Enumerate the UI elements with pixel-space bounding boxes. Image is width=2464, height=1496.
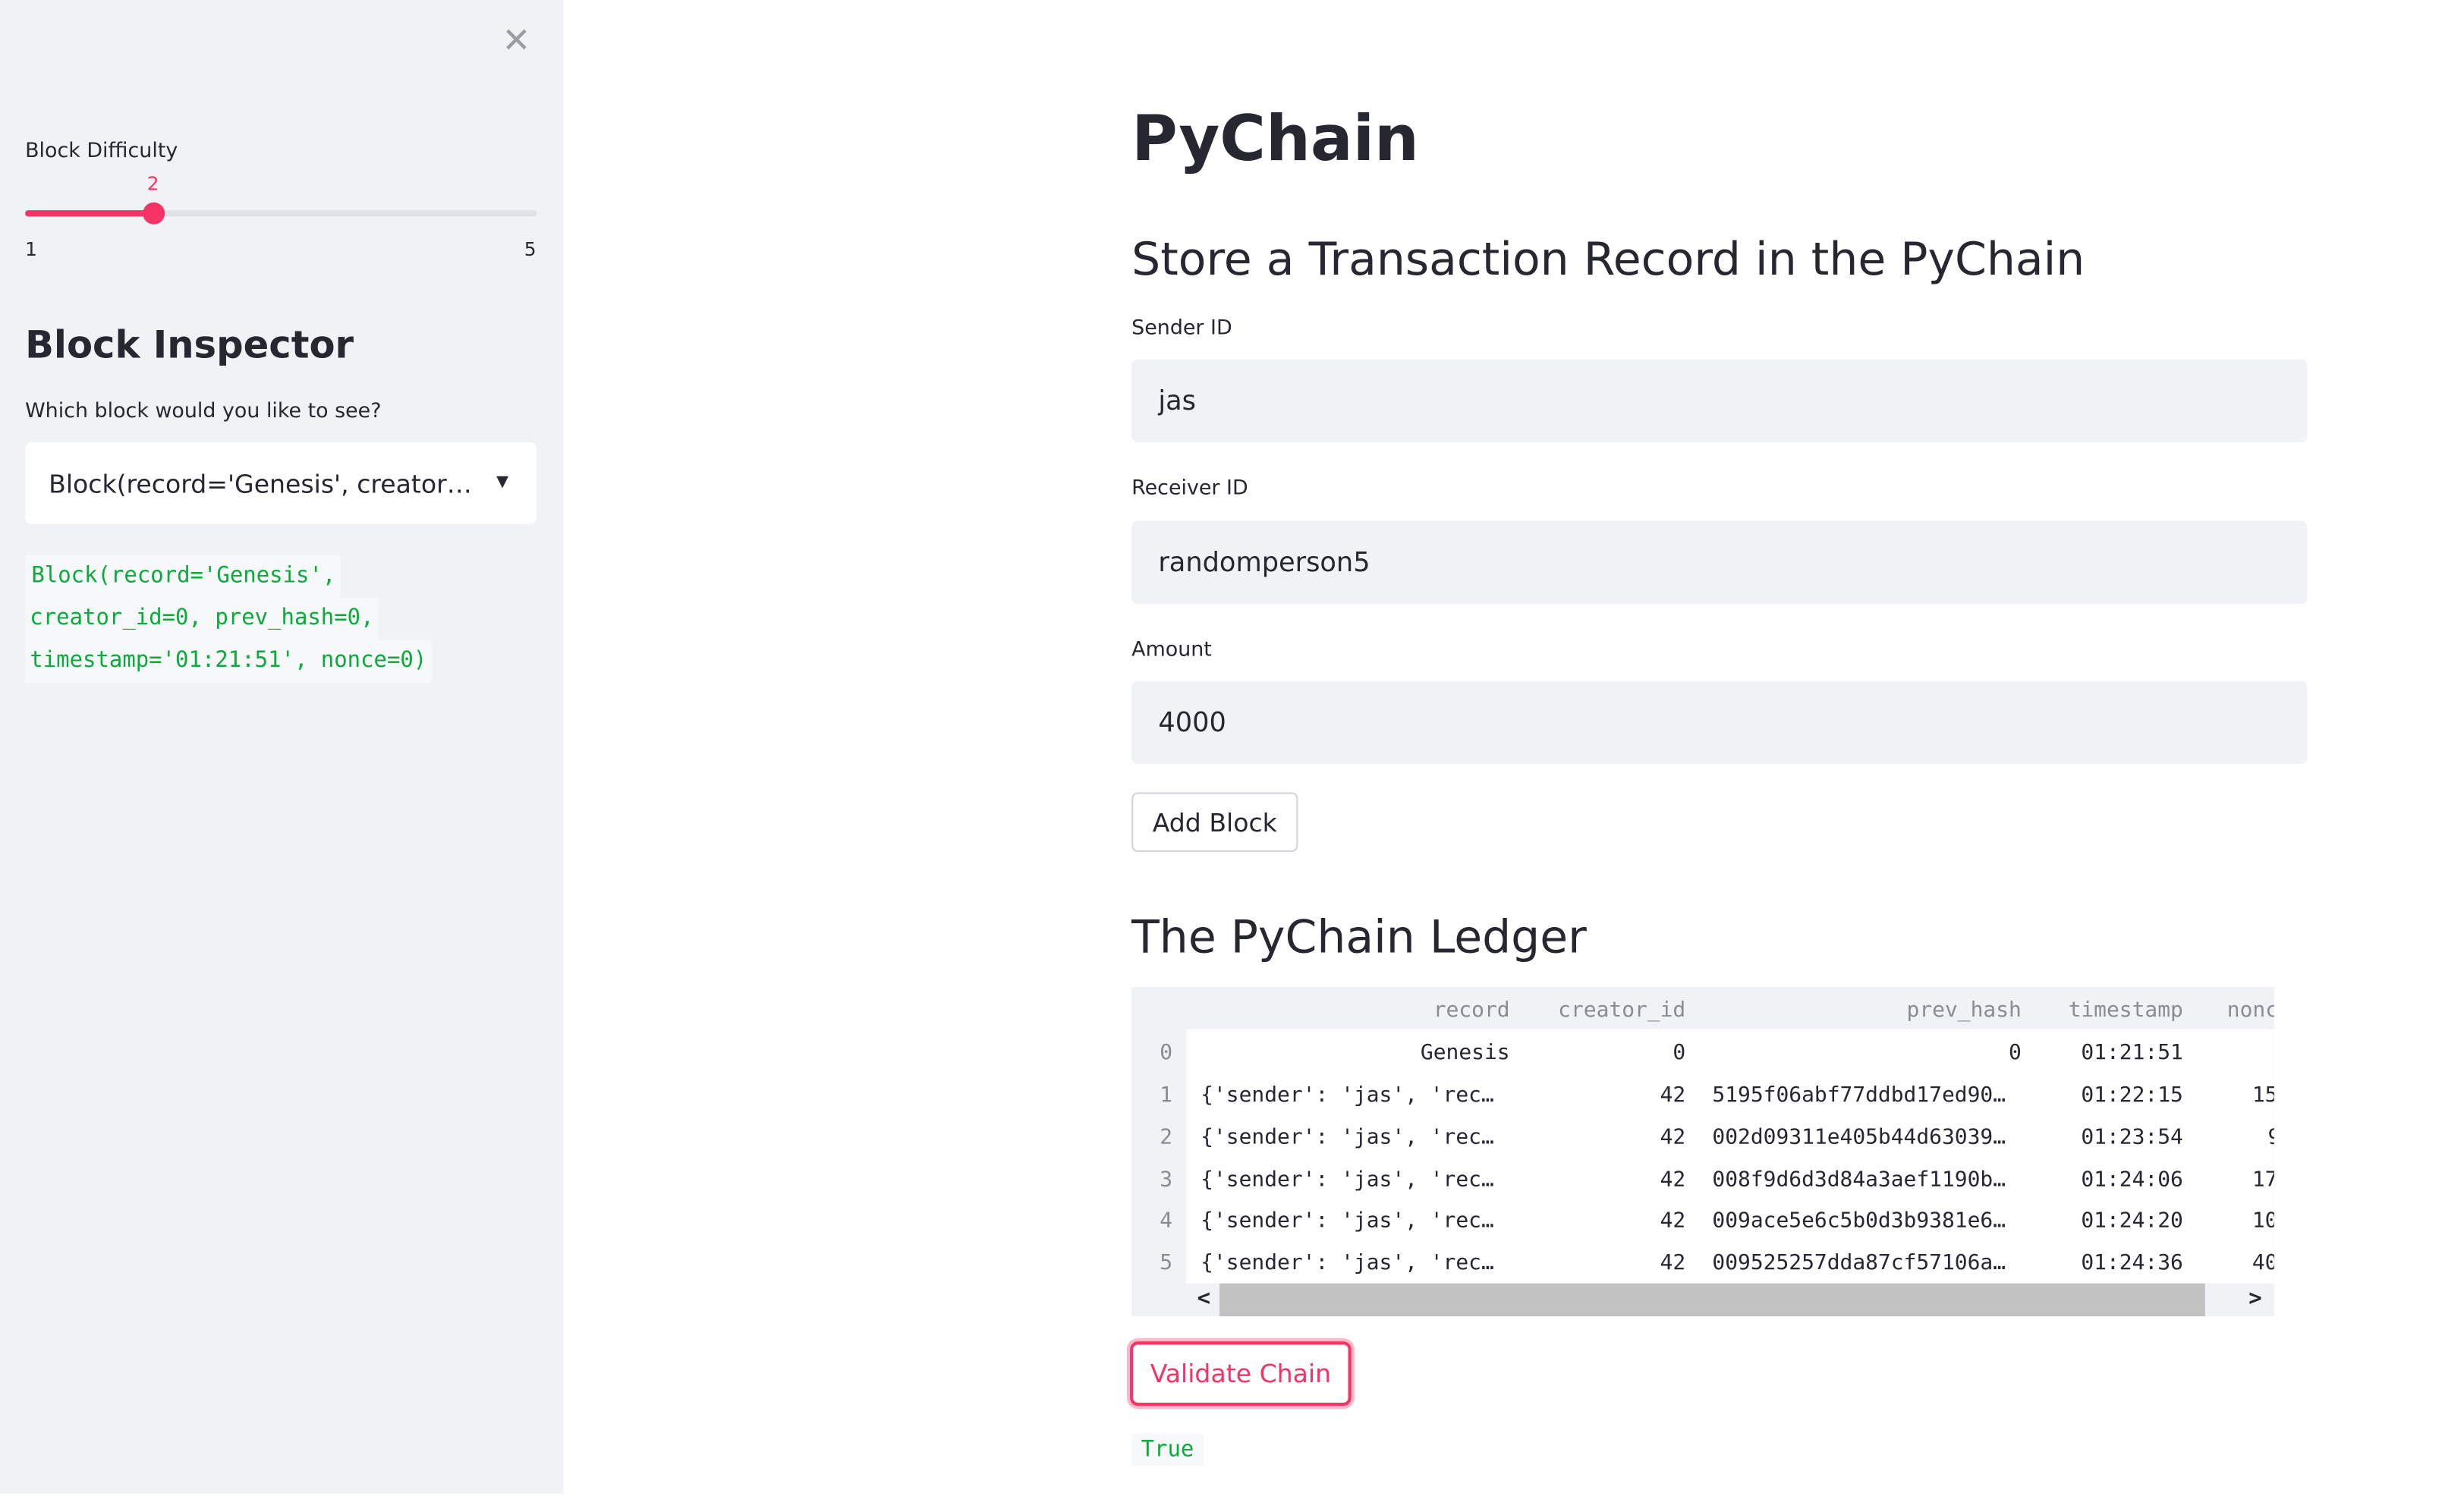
cell-prev-hash: 008f9d6d3d84a3aef1190b…: [1712, 1167, 2006, 1193]
block-select[interactable]: Block(record='Genesis', creator_i... ▼: [25, 442, 537, 524]
cell-prev-hash: 009ace5e6c5b0d3b9381e6…: [1712, 1208, 2006, 1234]
close-icon[interactable]: ✕: [499, 24, 534, 60]
table-body: [1186, 1029, 2274, 1284]
cell-record: {'sender': 'jas', 'rec…: [1201, 1250, 1494, 1276]
slider-thumb[interactable]: [142, 202, 165, 225]
cell-timestamp: 01:21:51: [2081, 1040, 2183, 1066]
block-inspector-heading: Block Inspector: [25, 323, 354, 367]
row-index: 0: [1160, 1040, 1173, 1066]
cell-timestamp: 01:24:20: [2081, 1208, 2183, 1234]
slider-fill: [25, 210, 153, 217]
column-header-creator-id: creator_id: [1558, 998, 1686, 1023]
app: ✕ Block Difficulty 2 1 5 Block Inspector…: [0, 0, 2464, 1494]
row-index: 3: [1160, 1167, 1173, 1193]
cell-nonce: 40: [2252, 1250, 2274, 1276]
section-title-store: Store a Transaction Record in the PyChai…: [1131, 232, 2085, 286]
amount-input[interactable]: 4000: [1131, 680, 2308, 765]
cell-prev-hash: 002d09311e405b44d63039…: [1712, 1124, 2006, 1150]
validation-result: True: [1131, 1434, 1204, 1466]
column-header-prev-hash: prev_hash: [1906, 998, 2022, 1023]
cell-timestamp: 01:23:54: [2081, 1124, 2183, 1150]
cell-timestamp: 01:24:06: [2081, 1167, 2183, 1193]
caret-down-icon: ▼: [496, 473, 509, 492]
block-code-output: Block(record='Genesis', creator_id=0, pr…: [25, 555, 432, 683]
scroll-left-icon[interactable]: <: [1188, 1284, 1219, 1316]
ledger-table[interactable]: record creator_id prev_hash timestamp no…: [1131, 986, 2274, 1317]
cell-nonce: 10: [2252, 1208, 2274, 1234]
add-block-button[interactable]: Add Block: [1131, 792, 1298, 853]
cell-record: Genesis: [1420, 1040, 1510, 1066]
sidebar: ✕ Block Difficulty 2 1 5 Block Inspector…: [0, 0, 564, 1494]
block-select-value: Block(record='Genesis', creator_i...: [49, 468, 474, 498]
cell-creator-id: 42: [1660, 1167, 1686, 1193]
cell-record: {'sender': 'jas', 'rec…: [1201, 1083, 1494, 1108]
slider-min-label: 1: [25, 238, 37, 261]
cell-nonce: 15: [2252, 1083, 2274, 1108]
cell-prev-hash: 009525257dda87cf57106a…: [1712, 1250, 2006, 1276]
sender-id-label: Sender ID: [1131, 316, 1232, 341]
cell-prev-hash: 5195f06abf77ddbd17ed90…: [1712, 1083, 2006, 1108]
scrollbar-thumb[interactable]: [1219, 1283, 2205, 1317]
column-header-timestamp: timestamp: [2068, 998, 2183, 1023]
row-index: 4: [1160, 1208, 1173, 1234]
slider-value: 2: [146, 172, 159, 195]
amount-label: Amount: [1131, 638, 1212, 662]
code-line: timestamp='01:21:51', nonce=0): [25, 640, 432, 683]
horizontal-scrollbar[interactable]: < >: [1131, 1283, 2274, 1317]
cell-creator-id: 42: [1660, 1208, 1686, 1234]
code-line: Block(record='Genesis',: [25, 555, 341, 598]
row-index: 2: [1160, 1124, 1173, 1150]
cell-prev-hash: 0: [2009, 1040, 2022, 1066]
code-line: creator_id=0, prev_hash=0,: [25, 597, 379, 640]
section-title-ledger: The PyChain Ledger: [1131, 910, 1587, 963]
validate-chain-button[interactable]: Validate Chain: [1130, 1341, 1352, 1406]
column-header-nonce: nonc: [2226, 998, 2274, 1023]
cell-timestamp: 01:24:36: [2081, 1250, 2183, 1276]
scroll-right-icon[interactable]: >: [2239, 1284, 2270, 1316]
page-title: PyChain: [1131, 103, 1419, 176]
row-index: 1: [1160, 1083, 1173, 1108]
cell-record: {'sender': 'jas', 'rec…: [1201, 1167, 1494, 1193]
slider-label: Block Difficulty: [25, 140, 178, 164]
slider-max-label: 5: [524, 238, 537, 261]
sender-id-input[interactable]: jas: [1131, 359, 2308, 443]
cell-nonce: 17: [2252, 1167, 2274, 1193]
cell-creator-id: 42: [1660, 1250, 1686, 1276]
cell-creator-id: 42: [1660, 1083, 1686, 1108]
column-header-record: record: [1433, 998, 1510, 1023]
cell-timestamp: 01:22:15: [2081, 1083, 2183, 1108]
cell-record: {'sender': 'jas', 'rec…: [1201, 1124, 1494, 1150]
cell-nonce: 9: [2268, 1125, 2274, 1150]
receiver-id-input[interactable]: randomperson5: [1131, 520, 2308, 605]
cell-record: {'sender': 'jas', 'rec…: [1201, 1208, 1494, 1234]
cell-creator-id: 0: [1673, 1040, 1686, 1066]
block-difficulty-slider[interactable]: [25, 202, 537, 225]
row-index: 5: [1160, 1250, 1173, 1276]
receiver-id-label: Receiver ID: [1131, 476, 1248, 501]
cell-creator-id: 42: [1660, 1124, 1686, 1150]
block-select-label: Which block would you like to see?: [25, 400, 382, 424]
